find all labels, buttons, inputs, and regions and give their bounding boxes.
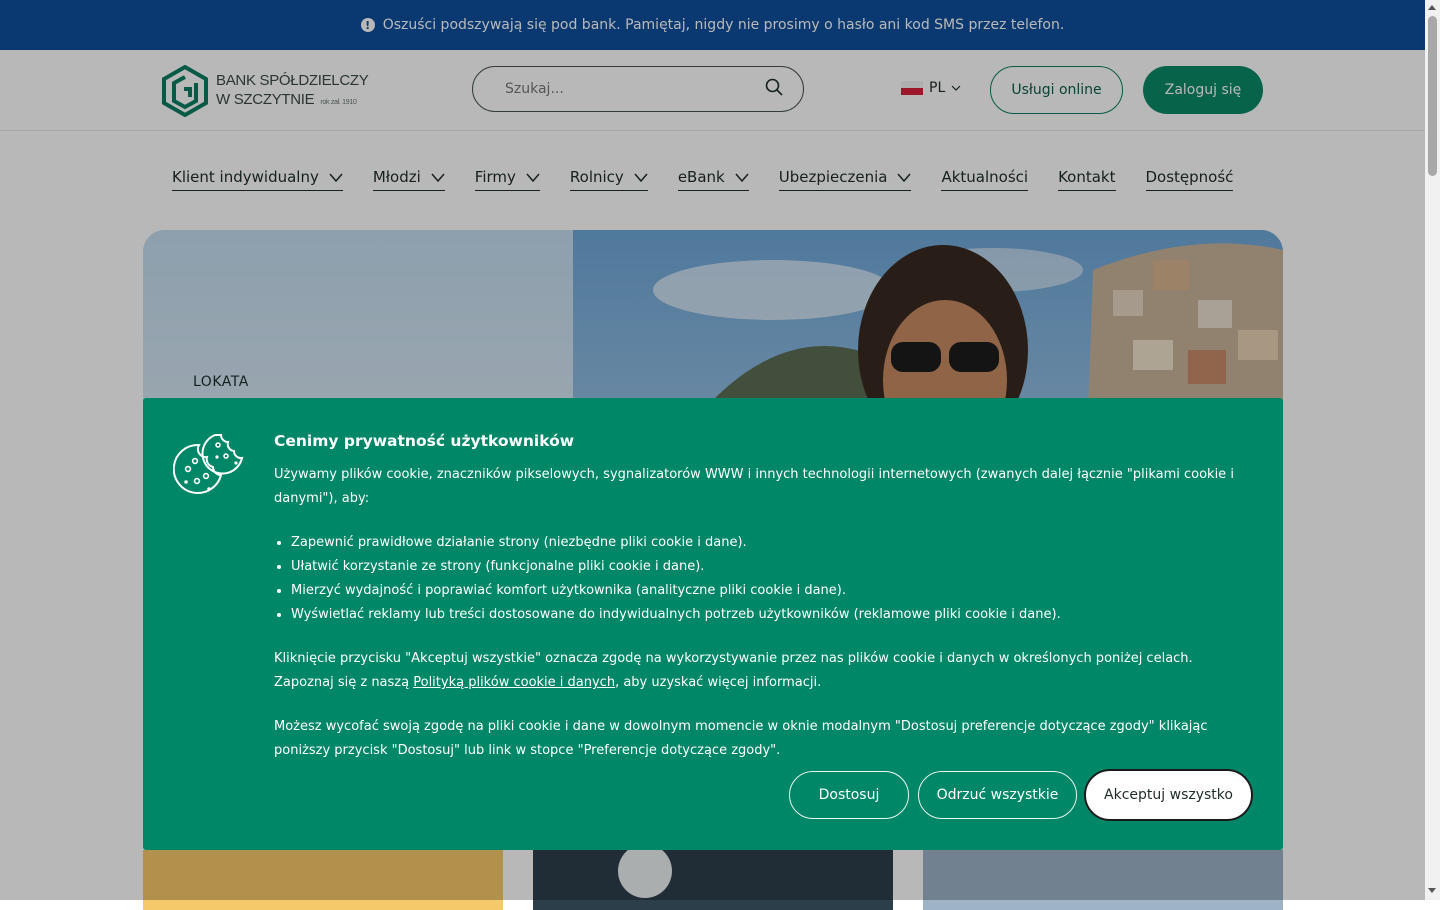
cookie-intro-text: Używamy plików cookie, znaczników piksel… (274, 467, 1234, 506)
consent-text-suffix: , aby uzyskać więcej informacji. (615, 675, 822, 690)
reject-all-button[interactable]: Odrzuć wszystkie (918, 771, 1077, 819)
list-item: Zapewnić prawidłowe działanie strony (ni… (291, 531, 1249, 555)
cookie-dialog-title: Cenimy prywatność użytkowników (274, 432, 575, 450)
list-item: Wyświetlać reklamy lub treści dostosowan… (291, 603, 1249, 627)
page-scrollbar[interactable] (1425, 0, 1440, 900)
customize-button[interactable]: Dostosuj (789, 771, 909, 819)
scroll-up-arrow-icon[interactable] (1428, 5, 1436, 10)
cookie-withdraw-text: Możesz wycofać swoją zgodę na pliki cook… (274, 719, 1208, 758)
cookie-consent-text: Kliknięcie przycisku "Akceptuj wszystkie… (274, 647, 1249, 695)
list-item: Mierzyć wydajność i poprawiać komfort uż… (291, 579, 1249, 603)
accept-all-button[interactable]: Akceptuj wszystko (1086, 771, 1251, 819)
cookie-dialog-body: Cenimy prywatność użytkowników Używamy p… (274, 431, 1249, 763)
cookie-purpose-list: Zapewnić prawidłowe działanie strony (ni… (274, 531, 1249, 627)
cookie-policy-link[interactable]: Polityką plików cookie i danych (413, 675, 615, 690)
scroll-down-arrow-icon[interactable] (1428, 888, 1436, 893)
cookie-dialog-actions: Dostosuj Odrzuć wszystkie Akceptuj wszys… (789, 771, 1251, 819)
cookies-icon (172, 431, 245, 501)
list-item: Ułatwić korzystanie ze strony (funkcjona… (291, 555, 1249, 579)
scrollbar-thumb[interactable] (1428, 16, 1437, 176)
cookie-consent-dialog: Cenimy prywatność użytkowników Używamy p… (143, 398, 1283, 850)
